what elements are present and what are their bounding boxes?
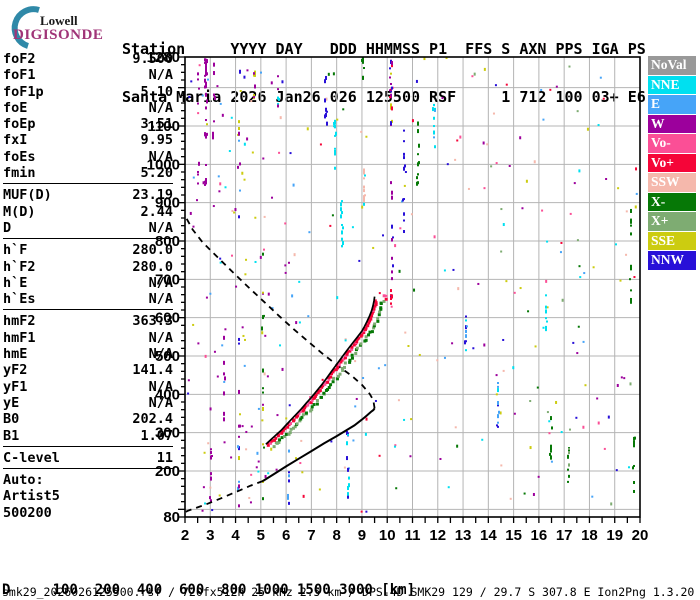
y-tick-label: 600 bbox=[155, 310, 180, 327]
y-tick-label: 1000 bbox=[147, 156, 180, 173]
legend-item-vo: Vo- bbox=[648, 134, 696, 153]
x-tick-label: 20 bbox=[632, 527, 649, 544]
x-tick-label: 3 bbox=[206, 527, 214, 544]
legend-item-nne: NNE bbox=[648, 75, 696, 94]
y-tick-label: 80 bbox=[163, 509, 180, 526]
ionogram-screen: Lowell DIGISONDE Station YYYY DAY DDD HH… bbox=[0, 0, 700, 600]
legend-item-vo: Vo+ bbox=[648, 153, 696, 172]
x-tick-label: 10 bbox=[379, 527, 396, 544]
y-tick-label: 700 bbox=[155, 271, 180, 288]
y-tick-label: 900 bbox=[155, 195, 180, 212]
legend-item-ssw: SSW bbox=[648, 173, 696, 192]
x-tick-label: 7 bbox=[307, 527, 315, 544]
profile-sublayer-dashed bbox=[185, 480, 264, 513]
x-tick-label: 2 bbox=[181, 527, 189, 544]
legend-item-noval: NoVal bbox=[648, 56, 696, 75]
y-tick-label: 500 bbox=[155, 348, 180, 365]
x-tick-label: 5 bbox=[257, 527, 265, 544]
y-tick-label: 200 bbox=[155, 463, 180, 480]
legend-item-sse: SSE bbox=[648, 231, 696, 250]
profile-topside-dashed bbox=[185, 217, 376, 409]
x-tick-label: 16 bbox=[531, 527, 548, 544]
footer-caption: smk29_2026026125500.rsf / 720fx512h 25 k… bbox=[2, 585, 695, 599]
legend-item-nnw: NNW bbox=[648, 251, 696, 270]
x-tick-label: 6 bbox=[282, 527, 290, 544]
ionogram-plot: 2 3 4 5 6 7 8 9 10 11 12 13 14 15 16 17 18 19 20 1280 1100 10… bbox=[147, 49, 649, 544]
x-tick-label: 17 bbox=[556, 527, 573, 544]
x-tick-label: 4 bbox=[231, 527, 240, 544]
legend-item-x: X+ bbox=[648, 212, 696, 231]
legend-item-x: X- bbox=[648, 192, 696, 211]
profile-bottomside bbox=[262, 407, 376, 482]
legend-item-w: W bbox=[648, 114, 696, 133]
x-tick-label: 18 bbox=[581, 527, 598, 544]
y-tick-label: 800 bbox=[155, 233, 180, 250]
y-tick-label: 400 bbox=[155, 386, 180, 403]
x-tick-label: 14 bbox=[480, 527, 497, 544]
x-tick-label: 9 bbox=[358, 527, 366, 544]
legend-item-e: E bbox=[648, 95, 696, 114]
y-tick-label: 300 bbox=[155, 425, 180, 442]
x-tick-label: 15 bbox=[505, 527, 522, 544]
plot-data-layer bbox=[185, 57, 638, 513]
x-tick-label: 12 bbox=[429, 527, 446, 544]
x-tick-label: 13 bbox=[455, 527, 472, 544]
legend: NoVal NNE E W Vo- Vo+ SSW X- X+ SSE NNW bbox=[648, 56, 696, 270]
x-tick-label: 19 bbox=[606, 527, 623, 544]
x-tick-label: 11 bbox=[405, 527, 421, 544]
y-tick-label: 1100 bbox=[147, 118, 180, 135]
x-tick-label: 8 bbox=[332, 527, 340, 544]
y-tick-label: 1280 bbox=[147, 49, 180, 66]
